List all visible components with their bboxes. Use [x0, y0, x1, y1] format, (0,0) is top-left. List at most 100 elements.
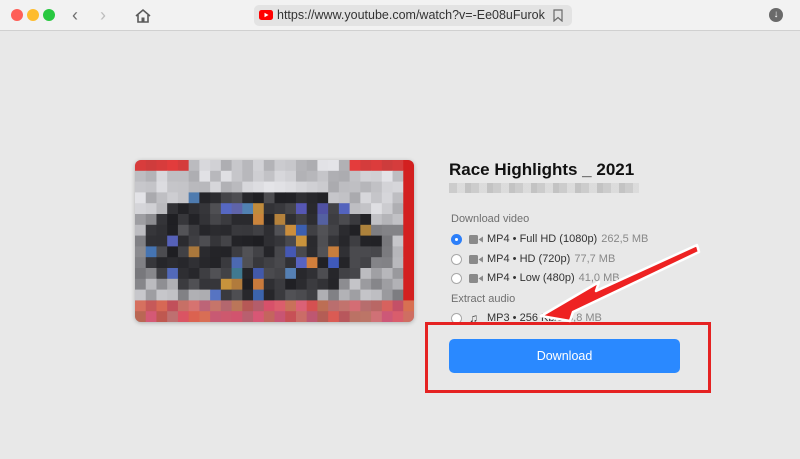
thumbnail-pixel [285, 214, 297, 226]
thumbnail-pixel [177, 224, 190, 237]
home-icon[interactable] [134, 7, 152, 25]
download-icon[interactable]: ↓ [769, 8, 783, 22]
thumbnail-pixel [253, 203, 265, 215]
thumbnail-pixel [188, 300, 200, 312]
thumbnail-pixel [360, 278, 372, 291]
thumbnail-pixel [188, 192, 200, 204]
thumbnail-pixel [317, 278, 329, 291]
thumbnail-pixel [338, 192, 351, 204]
zoom-window-button[interactable] [43, 9, 55, 21]
thumbnail-pixel [199, 311, 211, 322]
thumbnail-pixel [360, 300, 372, 312]
video-option-480p[interactable]: MP4 • Low (480p) 41,0 MB [451, 270, 620, 286]
thumbnail-pixel [156, 235, 168, 247]
thumbnail-pixel [392, 278, 404, 291]
thumbnail-pixel [231, 203, 243, 215]
radio-button[interactable] [451, 233, 462, 245]
thumbnail-pixel [156, 257, 168, 269]
thumbnail-pixel [263, 289, 275, 301]
close-window-button[interactable] [11, 9, 23, 21]
thumbnail-pixel [145, 170, 157, 183]
thumbnail-pixel [242, 246, 254, 258]
thumbnail-pixel [199, 214, 211, 226]
thumbnail-pixel [317, 235, 329, 247]
thumbnail-pixel [403, 192, 414, 204]
thumbnail-pixel [392, 160, 404, 172]
thumbnail-pixel [274, 300, 286, 312]
thumbnail-pixel [231, 300, 243, 312]
video-option-720p[interactable]: MP4 • HD (720p) 77,7 MB [451, 251, 615, 267]
minimize-window-button[interactable] [27, 9, 39, 21]
thumbnail-pixel [274, 192, 286, 204]
thumbnail-pixel [177, 214, 190, 226]
thumbnail-pixel [403, 289, 414, 301]
thumbnail-pixel [403, 160, 414, 172]
thumbnail-pixel [263, 311, 275, 322]
thumbnail-pixel [285, 246, 297, 258]
thumbnail-pixel [274, 246, 286, 258]
thumbnail-pixel [231, 268, 243, 280]
thumbnail-pixel [349, 289, 361, 301]
thumbnail-pixel [295, 268, 308, 280]
thumbnail-pixel [349, 246, 361, 258]
thumbnail-pixel [285, 268, 297, 280]
thumbnail-pixel [263, 257, 275, 269]
thumbnail-pixel [306, 203, 318, 215]
thumbnail-pixel [210, 170, 222, 183]
thumbnail-pixel [145, 268, 157, 280]
thumbnail-pixel [360, 181, 372, 193]
thumbnail-pixel [392, 235, 404, 247]
video-option-1080p[interactable]: MP4 • Full HD (1080p) 262,5 MB [451, 231, 648, 247]
thumbnail-pixel [199, 289, 211, 301]
option-size: 41,0 MB [578, 272, 620, 284]
thumbnail-pixel [242, 181, 254, 193]
thumbnail-pixel [381, 278, 394, 291]
thumbnail-pixel [220, 192, 233, 204]
thumbnail-pixel [210, 160, 222, 172]
thumbnail-pixel [295, 214, 308, 226]
thumbnail-pixel [145, 300, 157, 312]
thumbnail-pixel [338, 224, 351, 237]
bookmark-icon[interactable] [553, 9, 563, 22]
thumbnail-pixel [403, 170, 414, 183]
thumbnail-pixel [167, 311, 179, 322]
thumbnail-pixel [135, 257, 147, 269]
thumbnail-pixel [231, 214, 243, 226]
thumbnail-pixel [156, 300, 168, 312]
thumbnail-pixel [263, 300, 275, 312]
thumbnail-pixel [253, 300, 265, 312]
thumbnail-pixel [338, 160, 351, 172]
radio-button[interactable] [451, 272, 462, 284]
thumbnail-pixel [328, 203, 340, 215]
back-icon[interactable]: ‹ [72, 5, 78, 25]
thumbnail-pixel [403, 203, 414, 215]
thumbnail-pixel [177, 181, 190, 193]
thumbnail-pixel [381, 300, 394, 312]
video-thumbnail [135, 160, 414, 322]
thumbnail-pixel [338, 311, 351, 322]
thumbnail-pixel [135, 214, 147, 226]
thumbnail-pixel [177, 160, 190, 172]
thumbnail-pixel [167, 246, 179, 258]
thumbnail-pixel [156, 192, 168, 204]
thumbnail-pixel [317, 268, 329, 280]
thumbnail-pixel [188, 160, 200, 172]
thumbnail-pixel [220, 160, 233, 172]
thumbnail-pixel [403, 224, 414, 237]
thumbnail-pixel [274, 289, 286, 301]
radio-button[interactable] [451, 253, 462, 265]
thumbnail-pixel [360, 192, 372, 204]
thumbnail-pixel [381, 160, 394, 172]
thumbnail-pixel [295, 170, 308, 183]
address-bar[interactable]: https://www.youtube.com/watch?v=-Ee08uFu… [254, 5, 572, 26]
thumbnail-pixel [360, 289, 372, 301]
thumbnail-pixel [253, 268, 265, 280]
thumbnail-pixel [231, 235, 243, 247]
thumbnail-pixel [403, 181, 414, 193]
thumbnail-pixel [285, 203, 297, 215]
forward-icon[interactable]: › [100, 5, 106, 25]
video-camera-icon [469, 254, 483, 264]
thumbnail-pixel [306, 214, 318, 226]
thumbnail-pixel [285, 160, 297, 172]
thumbnail-pixel [328, 170, 340, 183]
